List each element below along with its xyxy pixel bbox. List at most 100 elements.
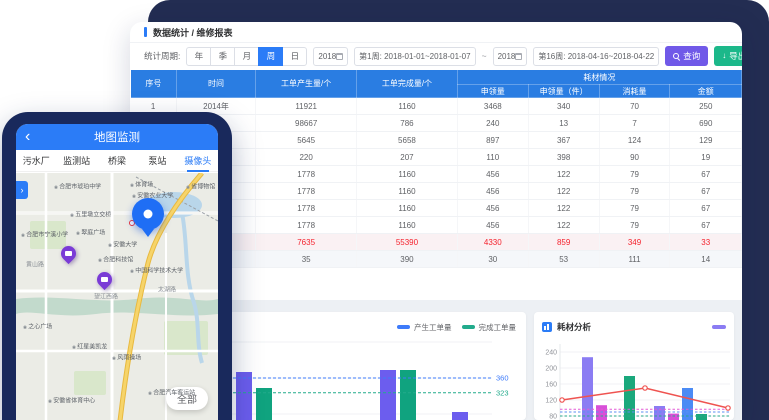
map-label: 合肥市宁溪小学 — [21, 229, 68, 238]
table-cell: 33 — [670, 234, 742, 251]
consumable-chart-card: 耗材分析 2402001601208040 — [534, 312, 734, 420]
week-range-end-input[interactable]: 第16周: 2018-04-16~2018-04-22 — [533, 47, 659, 66]
sub-header: 消耗量 — [599, 85, 670, 98]
period-option-月[interactable]: 月 — [234, 47, 259, 66]
sub-header: 申领量 — [457, 85, 528, 98]
map-label: 合肥汽车客运站 — [148, 387, 195, 396]
consumable-bar — [582, 357, 593, 420]
period-option-年[interactable]: 年 — [186, 47, 211, 66]
table-cell: 1778 — [256, 166, 357, 183]
tab-泵站[interactable]: 泵站 — [137, 150, 177, 172]
y-tick-label: 240 — [545, 350, 557, 357]
table-cell: 1778 — [256, 200, 357, 217]
filter-bar: 统计周期: 年季月周日 2018 第1周: 2018-01-01~2018-01… — [130, 43, 742, 69]
table-cell: 90 — [599, 149, 670, 166]
table-cell: 14 — [670, 251, 742, 268]
table-cell: 367 — [528, 132, 599, 149]
table-cell: 7635 — [256, 234, 357, 251]
legend-item-1[interactable]: 完成工单量 — [462, 322, 517, 333]
week-range-start-input[interactable]: 第1周: 2018-01-01~2018-01-07 — [354, 47, 475, 66]
tab-摄像头[interactable]: 摄像头 — [178, 150, 218, 172]
year-select-start[interactable]: 2018 — [313, 47, 348, 66]
table-cell: 79 — [599, 183, 670, 200]
legend-item-0[interactable]: 产生工单量 — [397, 322, 452, 333]
tab-污水厂[interactable]: 污水厂 — [16, 150, 56, 172]
search-icon — [673, 53, 680, 60]
y-tick-label: 160 — [545, 382, 557, 389]
consumable-bar — [696, 414, 707, 420]
table-cell: 35 — [256, 251, 357, 268]
table-cell: 11921 — [256, 98, 357, 115]
table-cell: 79 — [599, 200, 670, 217]
table-cell: 79 — [599, 166, 670, 183]
table-cell: 67 — [670, 200, 742, 217]
table-cell: 67 — [670, 166, 742, 183]
map-label: 五里墩立交桥 — [70, 209, 111, 218]
chart-icon — [542, 322, 552, 332]
query-button[interactable]: 查询 — [665, 46, 708, 66]
map-label: 安徽省体育中心 — [48, 395, 95, 404]
y-tick-label: 80 — [549, 414, 557, 420]
tab-监测站[interactable]: 监测站 — [56, 150, 96, 172]
col-header-created: 工单产生量/个 — [256, 70, 357, 98]
consumable-bar — [682, 388, 693, 420]
table-cell: 3468 — [457, 98, 528, 115]
phone-tab-bar: 污水厂监测站桥梁泵站摄像头 — [16, 150, 218, 172]
table-cell: 349 — [599, 234, 670, 251]
col-header-group: 耗材情况 — [457, 70, 741, 85]
phone-mockup: ‹ 地图监测 污水厂监测站桥梁泵站摄像头 — [2, 112, 232, 420]
legend-label: 产生工单量 — [414, 322, 452, 333]
breadcrumb-accent — [144, 27, 147, 37]
table-cell: 110 — [457, 149, 528, 166]
table-cell: 79 — [599, 217, 670, 234]
map-label: 望江西路 — [94, 291, 118, 300]
consumable-bar — [654, 406, 665, 420]
phone-page-title: 地图监测 — [94, 129, 140, 145]
col-header-time: 时间 — [176, 70, 255, 98]
map-label: 红星美凯龙 — [72, 341, 107, 350]
selected-location-pin-icon[interactable] — [132, 198, 164, 230]
table-cell: 340 — [528, 98, 599, 115]
table-cell: 122 — [528, 183, 599, 200]
table-cell: 690 — [670, 115, 742, 132]
period-option-周[interactable]: 周 — [258, 47, 283, 66]
breadcrumb: 数据统计 / 维修报表 — [153, 26, 233, 39]
export-excel-button[interactable]: ↓ 导出Excel — [714, 46, 742, 66]
sub-header: 金额 — [670, 85, 742, 98]
y-tick-label: 200 — [545, 366, 557, 373]
table-cell: 207 — [357, 149, 458, 166]
bar-produced — [236, 372, 252, 420]
download-icon: ↓ — [722, 52, 726, 60]
table-cell: 30 — [457, 251, 528, 268]
map-label: 安徽大学 — [108, 239, 137, 248]
map-expander-chevron-right-icon[interactable]: › — [16, 181, 28, 199]
consumable-chart-title: 耗材分析 — [557, 321, 707, 333]
table-cell: 122 — [528, 217, 599, 234]
table-cell: 897 — [457, 132, 528, 149]
map-label: 省博物馆 — [186, 181, 215, 190]
table-cell: 111 — [599, 251, 670, 268]
back-icon[interactable]: ‹ — [25, 125, 30, 149]
table-cell: 13 — [528, 115, 599, 132]
period-label: 统计周期: — [144, 50, 180, 62]
year-select-end[interactable]: 2018 — [493, 47, 528, 66]
table-cell: 456 — [457, 200, 528, 217]
map-label: 太湖路 — [158, 284, 176, 293]
tab-桥梁[interactable]: 桥梁 — [97, 150, 137, 172]
phone-header: ‹ 地图监测 — [16, 124, 218, 150]
period-option-季[interactable]: 季 — [210, 47, 235, 66]
calendar-icon — [336, 53, 343, 60]
table-cell: 98667 — [256, 115, 357, 132]
table-cell: 390 — [357, 251, 458, 268]
period-option-日[interactable]: 日 — [282, 47, 307, 66]
y-tick-label: 120 — [545, 398, 557, 405]
table-cell: 1160 — [357, 200, 458, 217]
phone-screen: ‹ 地图监测 污水厂监测站桥梁泵站摄像头 — [16, 124, 218, 420]
table-cell: 1778 — [256, 217, 357, 234]
table-cell: 70 — [599, 98, 670, 115]
map-label: 翠庭广场 — [76, 227, 105, 236]
col-header-index: 序号 — [131, 70, 177, 98]
map-view[interactable]: › 全部 合肥市琥珀中学体育场安徽农业大学省博物馆五里墩立交桥合肥市宁溪小学翠庭… — [16, 173, 218, 420]
legend-swatch-truncated — [712, 325, 726, 329]
consumable-bar — [596, 405, 607, 420]
